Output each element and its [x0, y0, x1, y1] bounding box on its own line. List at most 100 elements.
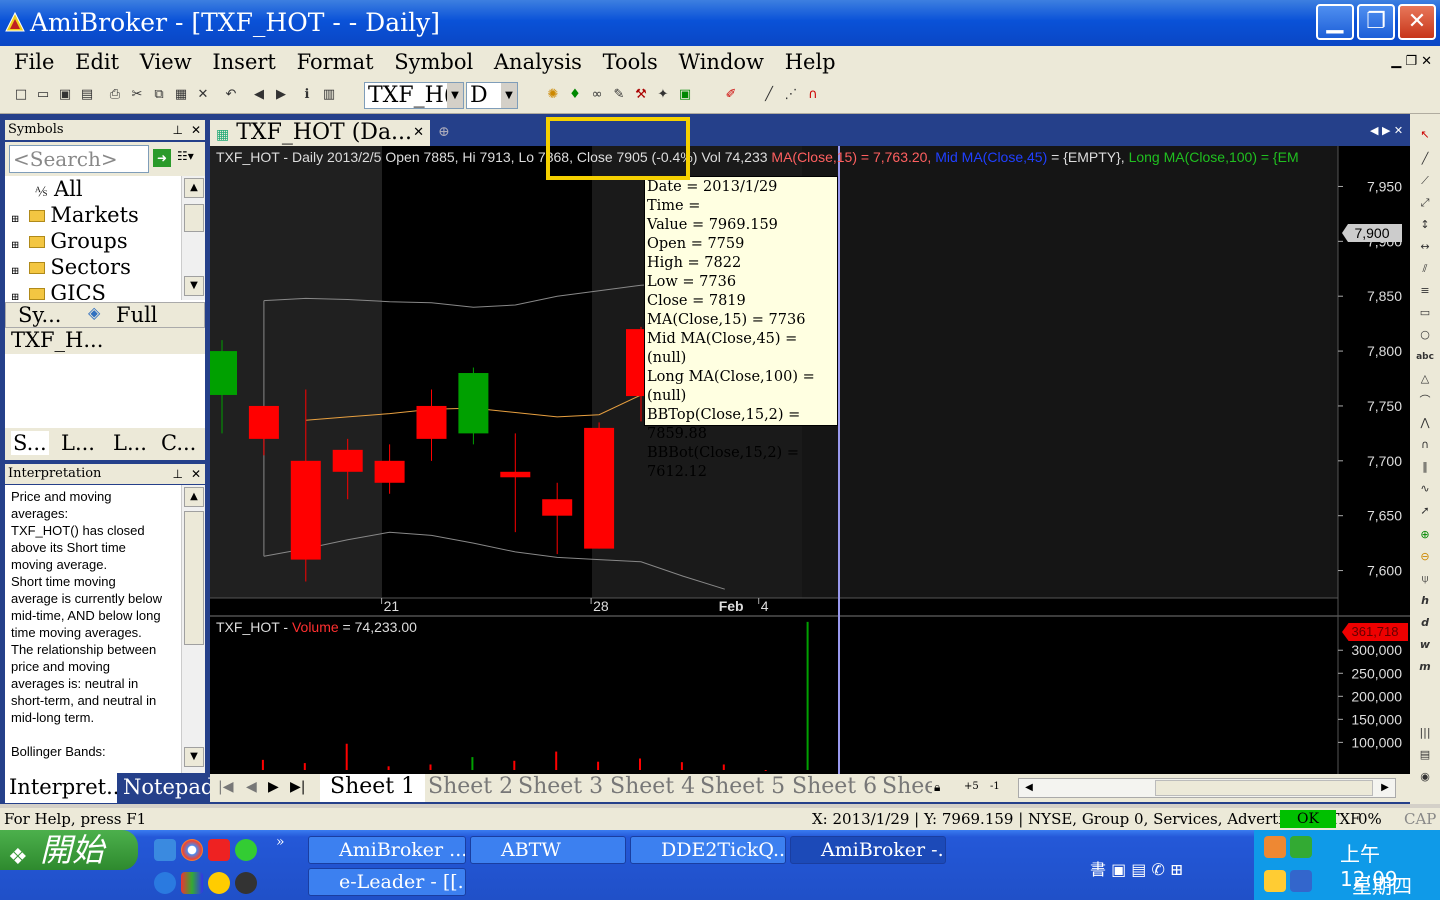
quote-editor-icon[interactable]: ▥: [320, 86, 338, 104]
save-icon[interactable]: ▣: [56, 86, 74, 104]
analysis-icon[interactable]: ⚒: [632, 86, 650, 104]
delete-icon[interactable]: ✕: [194, 86, 212, 104]
interval-combo[interactable]: D ▼: [466, 82, 518, 109]
wand-icon[interactable]: ✦: [654, 86, 672, 104]
tab-notepad[interactable]: Notepad: [117, 773, 221, 803]
back-icon[interactable]: ◀: [250, 86, 268, 104]
arrow-icon[interactable]: ➚: [1416, 502, 1434, 520]
magnet-icon[interactable]: ∩: [804, 86, 822, 104]
channel-icon[interactable]: ⫽: [1416, 260, 1434, 278]
scroll-thumb[interactable]: [184, 511, 204, 645]
arc-icon[interactable]: ⌒: [1416, 392, 1434, 410]
bars-icon[interactable]: |||: [1416, 724, 1434, 742]
column-symbol[interactable]: Sy...: [18, 303, 62, 327]
expand-icon[interactable]: ⊞: [11, 240, 19, 251]
scroll-left-icon[interactable]: ◀: [1019, 779, 1039, 797]
scroll-thumb[interactable]: [184, 204, 204, 232]
zoom-out-icon[interactable]: ⊖: [1416, 548, 1434, 566]
weekly-icon[interactable]: w: [1416, 636, 1434, 654]
picasa-icon[interactable]: [208, 872, 230, 894]
pointer-icon[interactable]: ↖: [1416, 126, 1434, 144]
scroll-thumb[interactable]: [1155, 780, 1373, 796]
paste-icon[interactable]: ▦: [172, 86, 190, 104]
task-abtw[interactable]: ABTW: [470, 836, 626, 864]
chrome-icon[interactable]: [181, 839, 203, 861]
editor-icon[interactable]: ✎: [610, 86, 628, 104]
mdi-controls[interactable]: ▁ ❐ ✕: [1391, 54, 1432, 69]
monthly-icon[interactable]: m: [1416, 658, 1434, 676]
list-view-icon[interactable]: ☷▾: [177, 149, 201, 167]
menu-window[interactable]: Window: [678, 50, 764, 74]
cut-icon[interactable]: ✂: [128, 86, 146, 104]
chevron-down-icon[interactable]: ▼: [501, 83, 517, 108]
time-zones-icon[interactable]: ‖: [1416, 458, 1434, 476]
start-button[interactable]: ❖ 開始: [0, 830, 138, 870]
scroll-right-icon[interactable]: ▶: [1375, 779, 1395, 797]
cycle-icon[interactable]: ∩: [1416, 436, 1434, 454]
indicator-icon[interactable]: ✺: [544, 86, 562, 104]
paint-icon[interactable]: [181, 872, 203, 894]
pin-icon[interactable]: ⊥: [173, 464, 183, 484]
tab-symbols[interactable]: S...: [11, 431, 49, 455]
expand-icon[interactable]: ⊞: [11, 292, 19, 300]
next-sheet-icon[interactable]: ▶: [268, 774, 279, 802]
zoom-out-icon[interactable]: -1: [990, 774, 1000, 802]
interpretation-scrollbar[interactable]: ▲ ▼: [181, 485, 205, 773]
text-icon[interactable]: abc: [1416, 348, 1434, 366]
scan-icon[interactable]: ▣: [676, 86, 694, 104]
horizontal-line-icon[interactable]: ↔: [1416, 238, 1434, 256]
ext-line-icon[interactable]: ⤢: [1416, 194, 1434, 212]
formula-icon[interactable]: ♦: [566, 86, 584, 104]
task-amibroker-chrome[interactable]: AmiBroker ...: [308, 836, 466, 864]
gann-icon[interactable]: ⋀: [1416, 414, 1434, 432]
tray-icon[interactable]: [1290, 870, 1312, 892]
chart-document-tab[interactable]: ▦ TXF_HOT (Da... ✕: [210, 120, 430, 146]
zoom-in-icon[interactable]: ⊕: [1416, 526, 1434, 544]
tab-sheet-7[interactable]: Sheet: [882, 774, 932, 802]
task-dde2tick[interactable]: DDE2TickQ...: [630, 836, 786, 864]
symbol-combo[interactable]: TXF_H(▼: [364, 82, 464, 109]
save-all-icon[interactable]: ▤: [78, 86, 96, 104]
line-icon[interactable]: [235, 839, 257, 861]
go-arrow-icon[interactable]: ➜: [153, 149, 171, 167]
scroll-up-icon[interactable]: ▲: [184, 487, 204, 507]
zigzag-icon[interactable]: ∿: [1416, 480, 1434, 498]
menu-symbol[interactable]: Symbol: [394, 50, 473, 74]
line-tool-icon[interactable]: ╱: [760, 86, 778, 104]
mouse-icon[interactable]: ⍦: [1416, 570, 1434, 588]
scroll-up-icon[interactable]: ▲: [184, 178, 204, 198]
desktop-icon[interactable]: [154, 839, 176, 861]
close-icon[interactable]: ✕: [191, 464, 201, 484]
new-tab-icon[interactable]: ⊕: [438, 124, 450, 140]
media-icon[interactable]: [235, 872, 257, 894]
zoom-in-icon[interactable]: +5: [964, 774, 979, 802]
menu-edit[interactable]: Edit: [75, 50, 119, 74]
dotted-line-icon[interactable]: ⋰: [782, 86, 800, 104]
new-icon[interactable]: □: [12, 86, 30, 104]
tray-icon[interactable]: [1290, 836, 1312, 858]
app-icon[interactable]: [208, 839, 230, 861]
pin-icon[interactable]: ⊥: [173, 120, 183, 140]
menu-file[interactable]: File: [14, 50, 54, 74]
print-icon[interactable]: ⎙: [106, 86, 124, 104]
close-icon[interactable]: ✕: [413, 120, 424, 146]
task-amibroker[interactable]: AmiBroker -...: [790, 836, 946, 864]
ray-icon[interactable]: ⟋: [1416, 172, 1434, 190]
tree-scrollbar[interactable]: ▲ ▼: [181, 176, 205, 300]
tree-item-markets[interactable]: ⊞ Markets: [11, 202, 139, 228]
forward-icon[interactable]: ▶: [272, 86, 290, 104]
tab-sheet-4[interactable]: Sheet 4: [610, 774, 695, 802]
lock-icon[interactable]: 🔒︎: [934, 774, 940, 802]
menu-tools[interactable]: Tools: [603, 50, 658, 74]
clock-day[interactable]: 星期四: [1352, 870, 1412, 899]
hourly-icon[interactable]: h: [1416, 592, 1434, 610]
tree-item-groups[interactable]: ⊞ Groups: [11, 228, 128, 254]
horizontal-scrollbar[interactable]: ◀ ▶: [1018, 778, 1396, 798]
color-pen-icon[interactable]: ✐: [722, 86, 740, 104]
chevron-down-icon[interactable]: ▼: [447, 83, 463, 108]
expand-icon[interactable]: ⊞: [11, 214, 19, 225]
tree-item-sectors[interactable]: ⊞ Sectors: [11, 254, 131, 280]
tray-icon[interactable]: [1264, 870, 1286, 892]
tree-item-gics[interactable]: ⊞ GICS: [11, 280, 106, 300]
tree-item-all[interactable]: ⅍ All: [35, 176, 83, 202]
